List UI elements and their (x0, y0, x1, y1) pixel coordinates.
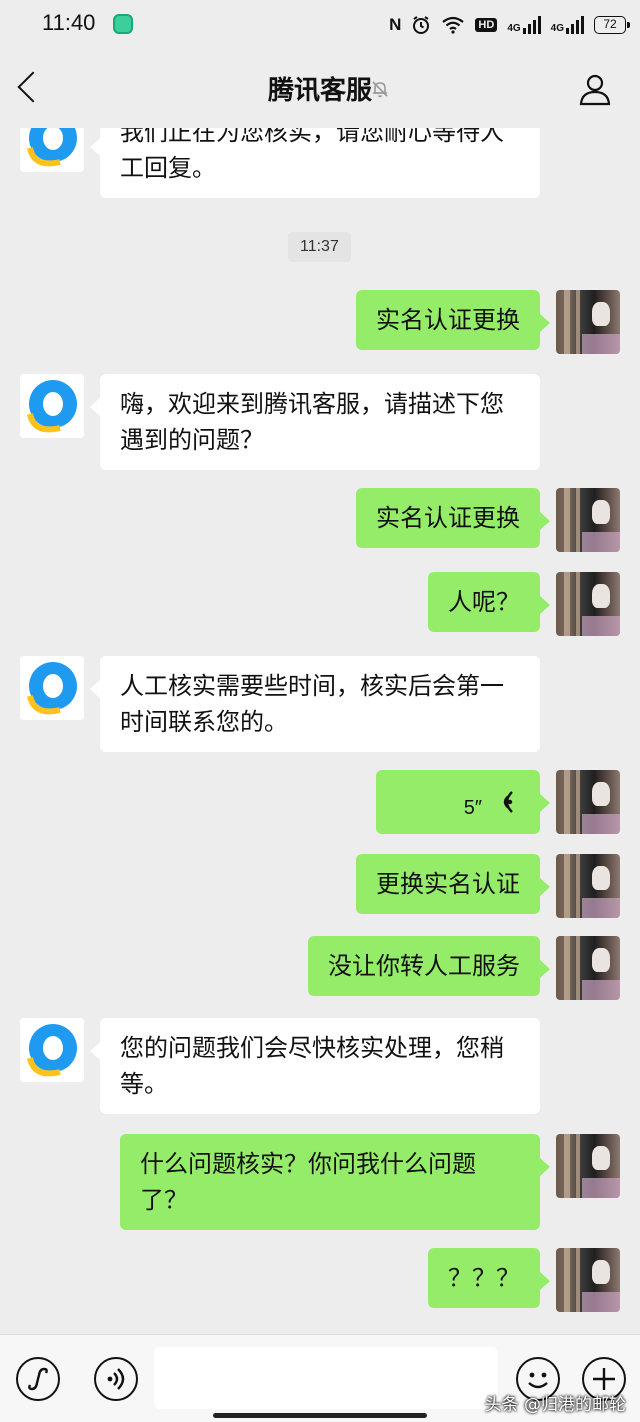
message-bubble[interactable]: 实名认证更换 (356, 290, 550, 350)
user-avatar[interactable] (556, 290, 620, 354)
qq-logo-icon (27, 380, 77, 433)
signal-bars-icon (522, 16, 541, 34)
network-type-2: 4G (550, 23, 564, 34)
message-text: 实名认证更换 (376, 504, 520, 532)
message-text: 人工核实需要些时间，核实后会第一时间联系您的。 (120, 672, 504, 736)
chat-area[interactable]: 我们正在为您核实，请您耐心等待人工回复。 11:37 实名认证更换 嗨，欢迎来到… (0, 128, 640, 1334)
bell-muted-icon (372, 81, 388, 98)
chat-timestamp: 11:37 (288, 232, 351, 262)
user-avatar[interactable] (556, 854, 620, 918)
mini-program-button[interactable] (16, 1357, 60, 1401)
message-bubble[interactable]: 什么问题核实？你问我什么问题了？ (120, 1134, 550, 1230)
message-bubble[interactable]: 更换实名认证 (356, 854, 550, 914)
status-icons: N HD 4G 4G 72 (389, 12, 630, 38)
status-time: 11:40 (42, 10, 96, 35)
battery-icon: 72 (594, 16, 630, 34)
hd-badge: HD (475, 18, 498, 32)
message-text: 实名认证更换 (376, 306, 520, 334)
voice-wave-icon (503, 791, 513, 813)
user-avatar[interactable] (556, 770, 620, 834)
message-text: 我们正在为您核实，请您耐心等待人工回复。 (120, 128, 504, 182)
message-text: 嗨，欢迎来到腾讯客服，请描述下您遇到的问题？ (120, 390, 504, 454)
signal-bars-icon (566, 16, 584, 34)
nav-bar: 腾讯客服 (0, 50, 640, 128)
message-text: 什么问题核实？你问我什么问题了？ (140, 1150, 476, 1214)
qq-logo-icon (27, 662, 77, 715)
service-avatar[interactable] (20, 1018, 84, 1082)
message-bubble[interactable]: 实名认证更换 (356, 488, 550, 548)
message-bubble[interactable]: 我们正在为您核实，请您耐心等待人工回复。 (90, 128, 540, 198)
home-indicator (213, 1413, 427, 1418)
voice-message-bubble[interactable]: 5″ (376, 770, 550, 834)
message-text: 没让你转人工服务 (328, 952, 520, 980)
qq-logo-icon (27, 128, 77, 167)
user-avatar[interactable] (556, 936, 620, 1000)
voice-icon (107, 1368, 125, 1390)
link-icon (28, 1367, 48, 1391)
message-text: 更换实名认证 (376, 870, 520, 898)
alarm-icon (413, 16, 430, 34)
message-bubble[interactable]: 人呢？ (428, 572, 550, 632)
signal-1: 4G (507, 16, 541, 34)
signal-2: 4G (551, 16, 584, 34)
wifi-icon (442, 16, 465, 34)
chat-title: 腾讯客服 (267, 76, 372, 106)
voice-duration: 5″ (463, 797, 482, 819)
user-avatar[interactable] (556, 488, 620, 552)
person-icon[interactable] (578, 72, 612, 106)
message-text: 您的问题我们会尽快核实处理，您稍等。 (120, 1034, 504, 1098)
message-bubble[interactable]: 您的问题我们会尽快核实处理，您稍等。 (90, 1018, 540, 1114)
service-avatar[interactable] (20, 128, 84, 172)
message-bubble[interactable]: 人工核实需要些时间，核实后会第一时间联系您的。 (90, 656, 540, 752)
user-avatar[interactable] (556, 1134, 620, 1198)
message-text: 人呢？ (448, 588, 520, 616)
watermark: 头条 @归港的邮轮 (484, 1395, 626, 1415)
qq-logo-icon (27, 1024, 77, 1077)
message-input[interactable] (154, 1347, 498, 1409)
voice-mode-button[interactable] (94, 1357, 138, 1401)
message-bubble[interactable]: ？？？ (428, 1248, 550, 1308)
service-avatar[interactable] (20, 374, 84, 438)
nfc-icon: N (389, 15, 402, 34)
status-bar: 11:40 N HD 4G 4G 72 (0, 0, 640, 50)
message-bubble[interactable]: 没让你转人工服务 (308, 936, 550, 996)
user-avatar[interactable] (556, 572, 620, 636)
message-bubble[interactable]: 嗨，欢迎来到腾讯客服，请描述下您遇到的问题？ (90, 374, 540, 470)
network-type-1: 4G (507, 23, 521, 34)
service-avatar[interactable] (20, 656, 84, 720)
user-avatar[interactable] (556, 1248, 620, 1312)
message-text: ？？？ (448, 1264, 520, 1292)
app-notification-icon (113, 14, 133, 34)
